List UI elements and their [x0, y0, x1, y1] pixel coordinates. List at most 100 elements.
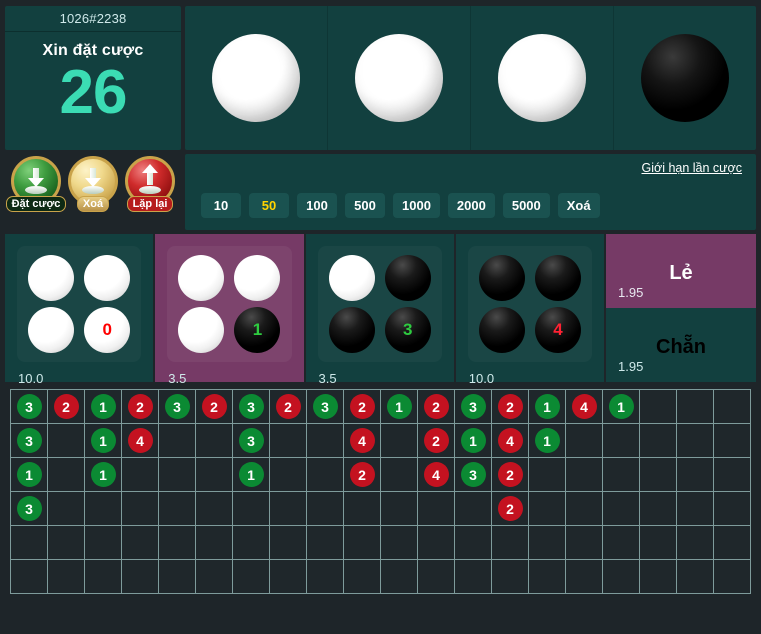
chip-50[interactable]: 50	[249, 193, 289, 218]
history-cell	[159, 492, 196, 526]
history-dot: 3	[312, 394, 338, 419]
history-cell	[122, 526, 159, 560]
history-cell	[196, 526, 233, 560]
history-dot: 3	[16, 394, 42, 419]
bet-option-1[interactable]: 1 3.5	[155, 234, 306, 386]
history-grid: 32123232321232141314342141111243232	[10, 389, 751, 594]
history-cell	[418, 526, 455, 560]
bet-limit-link[interactable]: Giới hạn lần cược	[642, 161, 743, 175]
clear-bet-button[interactable]: Xoá	[66, 156, 120, 212]
history-dot: 2	[201, 394, 227, 419]
history-cell	[640, 526, 677, 560]
history-cell	[307, 492, 344, 526]
history-cell	[159, 458, 196, 492]
history-cell: 3	[159, 390, 196, 424]
bet-option-3[interactable]: 4 10.0	[455, 234, 606, 386]
history-cell	[122, 492, 159, 526]
bet-option-odds-2: 3.5	[318, 371, 337, 386]
history-cell	[677, 458, 714, 492]
history-cell: 1	[529, 424, 566, 458]
history-dot: 2	[275, 394, 301, 419]
history-cell: 2	[418, 390, 455, 424]
history-cell	[381, 458, 418, 492]
history-cell: 1	[603, 390, 640, 424]
history-cell	[640, 424, 677, 458]
bet-option-balls-1: 1	[167, 246, 292, 362]
history-cell	[307, 560, 344, 594]
history-cell	[233, 560, 270, 594]
odd-even-column: Lẻ 1.95 Chẵn 1.95	[606, 234, 756, 382]
history-dot: 3	[16, 496, 42, 521]
bet-option-even[interactable]: Chẵn 1.95	[606, 308, 756, 382]
history-cell: 3	[11, 390, 48, 424]
history-dot: 1	[534, 428, 560, 453]
history-cell: 3	[11, 424, 48, 458]
place-bet-button[interactable]: Đặt cược	[5, 156, 67, 212]
history-cell	[418, 492, 455, 526]
result-ball-slot-3	[471, 6, 614, 150]
history-cell	[529, 526, 566, 560]
history-cell	[714, 424, 751, 458]
history-cell	[566, 526, 603, 560]
history-cell	[566, 560, 603, 594]
history-dot: 2	[349, 462, 375, 487]
history-cell: 3	[307, 390, 344, 424]
history-cell	[344, 560, 381, 594]
bet-ball-0-2	[28, 307, 75, 353]
chip-2000[interactable]: 2000	[447, 193, 495, 218]
history-cell	[529, 458, 566, 492]
history-cell: 2	[196, 390, 233, 424]
chip-xoá[interactable]: Xoá	[557, 193, 600, 218]
history-section: 32123232321232141314342141111243232	[0, 389, 761, 594]
history-cell	[455, 560, 492, 594]
history-dot: 4	[127, 428, 153, 453]
history-cell	[196, 560, 233, 594]
history-cell	[603, 526, 640, 560]
history-cell	[381, 492, 418, 526]
bet-option-odd[interactable]: Lẻ 1.95	[606, 234, 756, 308]
result-ball-slot-2	[328, 6, 471, 150]
history-cell: 2	[492, 458, 529, 492]
bet-ball-3-3: 4	[534, 307, 581, 353]
bet-ball-0-1	[84, 255, 131, 301]
history-dot: 2	[423, 394, 449, 419]
history-cell	[122, 458, 159, 492]
history-cell	[344, 526, 381, 560]
round-id: 1026#2238	[5, 6, 181, 32]
chip-100[interactable]: 100	[297, 193, 337, 218]
history-dot: 4	[349, 428, 375, 453]
bet-ball-2-1	[384, 255, 431, 301]
history-cell	[677, 560, 714, 594]
history-cell	[640, 390, 677, 424]
history-cell: 1	[85, 390, 122, 424]
clear-bet-label: Xoá	[76, 196, 110, 212]
history-cell: 1	[85, 424, 122, 458]
chip-1000[interactable]: 1000	[393, 193, 440, 218]
result-ball-1	[212, 34, 300, 122]
history-cell	[307, 424, 344, 458]
bet-ball-2-3: 3	[384, 307, 431, 353]
history-cell	[270, 424, 307, 458]
chip-10[interactable]: 10	[201, 193, 241, 218]
bet-option-odds-3: 10.0	[468, 371, 495, 386]
history-cell	[714, 560, 751, 594]
chip-5000[interactable]: 5000	[502, 193, 550, 218]
history-cell: 4	[122, 424, 159, 458]
history-cell	[270, 560, 307, 594]
history-cell: 4	[566, 390, 603, 424]
history-cell: 1	[233, 458, 270, 492]
chip-500[interactable]: 500	[345, 193, 385, 218]
odd-title: Lẻ	[669, 261, 693, 284]
history-cell: 2	[492, 492, 529, 526]
game-root: 1026#2238 Xin đặt cược 26 Đặt cược Xoá L…	[0, 0, 761, 634]
bet-cell-list: 0 10.0 1 3.5 3 3.5 4 10.0	[5, 234, 606, 386]
history-cell	[48, 560, 85, 594]
bet-option-2[interactable]: 3 3.5	[305, 234, 456, 386]
history-cell	[159, 424, 196, 458]
repeat-bet-button[interactable]: Lặp lại	[123, 156, 177, 212]
history-dot: 2	[53, 394, 79, 419]
bet-option-0[interactable]: 0 10.0	[5, 234, 156, 386]
history-dot: 2	[423, 428, 449, 453]
repeat-bet-label: Lặp lại	[126, 196, 174, 212]
result-balls-panel	[185, 6, 756, 150]
